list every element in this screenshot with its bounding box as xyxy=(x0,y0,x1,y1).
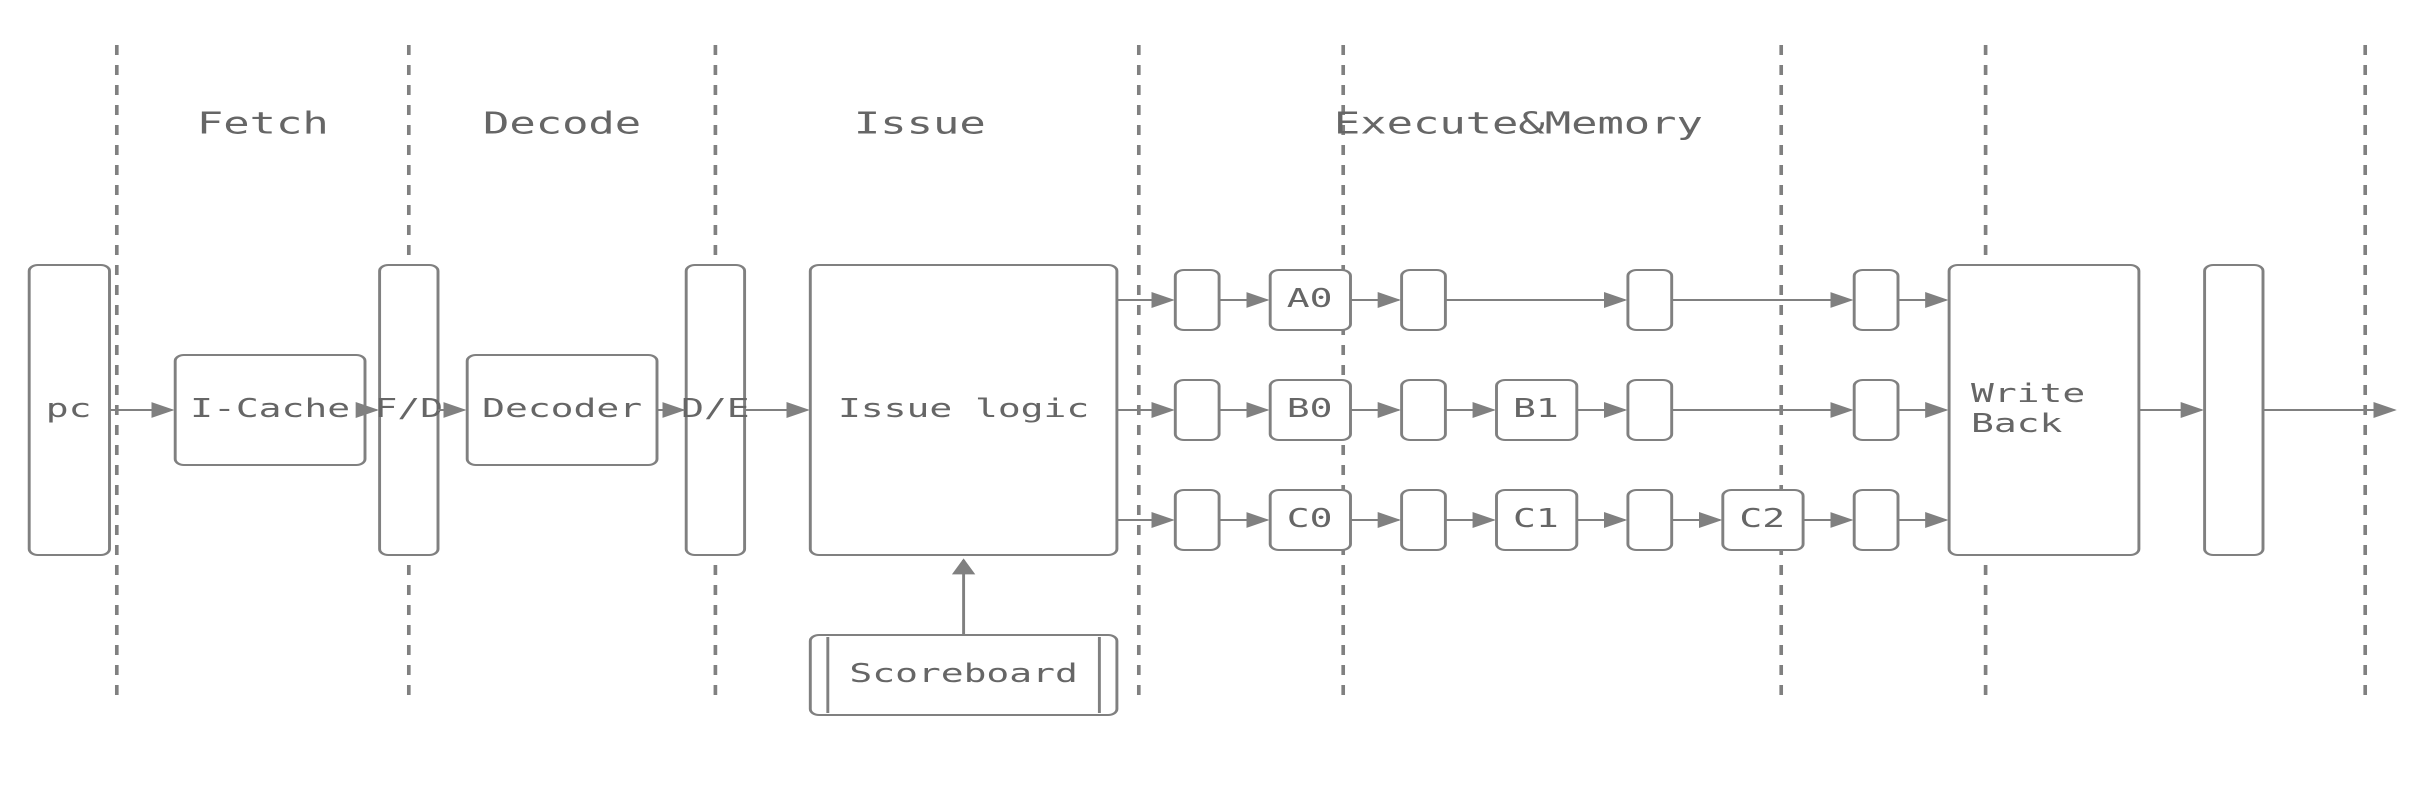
latch-wb-b xyxy=(1854,380,1898,440)
label-icache: I-Cache xyxy=(190,393,350,423)
latch-b2 xyxy=(1628,380,1672,440)
stage-issue: Issue xyxy=(854,105,986,140)
label-c1: C1 xyxy=(1513,503,1559,533)
label-wb2: Back xyxy=(1971,408,2063,438)
latch-c2in xyxy=(1628,490,1672,550)
label-scoreboard: Scoreboard xyxy=(849,658,1077,688)
latch-issue-c xyxy=(1175,490,1219,550)
label-pc: pc xyxy=(46,393,92,423)
latch-issue-a xyxy=(1175,270,1219,330)
label-de: D/E xyxy=(681,393,750,423)
label-fd: F/D xyxy=(375,393,444,423)
latch-wb-c xyxy=(1854,490,1898,550)
label-c2: C2 xyxy=(1739,503,1785,533)
label-c0: C0 xyxy=(1287,503,1333,533)
label-decoder: Decoder xyxy=(482,393,642,423)
label-b1: B1 xyxy=(1513,393,1559,423)
stage-fetch: Fetch xyxy=(197,105,329,140)
label-issuelogic: Issue logic xyxy=(838,393,1089,423)
block-commitreg xyxy=(2205,265,2263,555)
latch-a2 xyxy=(1628,270,1672,330)
label-b0: B0 xyxy=(1287,393,1333,423)
latch-a1 xyxy=(1402,270,1446,330)
latch-c1in xyxy=(1402,490,1446,550)
label-a0: A0 xyxy=(1287,283,1333,313)
latch-wb-a xyxy=(1854,270,1898,330)
stage-decode: Decode xyxy=(483,105,641,140)
stage-execmem: Execute&Memory xyxy=(1334,105,1703,140)
pipeline-diagram: Fetch Decode Issue Execute&Memory Commit… xyxy=(0,0,2420,790)
latch-issue-b xyxy=(1175,380,1219,440)
label-wb1: Write xyxy=(1971,378,2085,408)
latch-b1in xyxy=(1402,380,1446,440)
